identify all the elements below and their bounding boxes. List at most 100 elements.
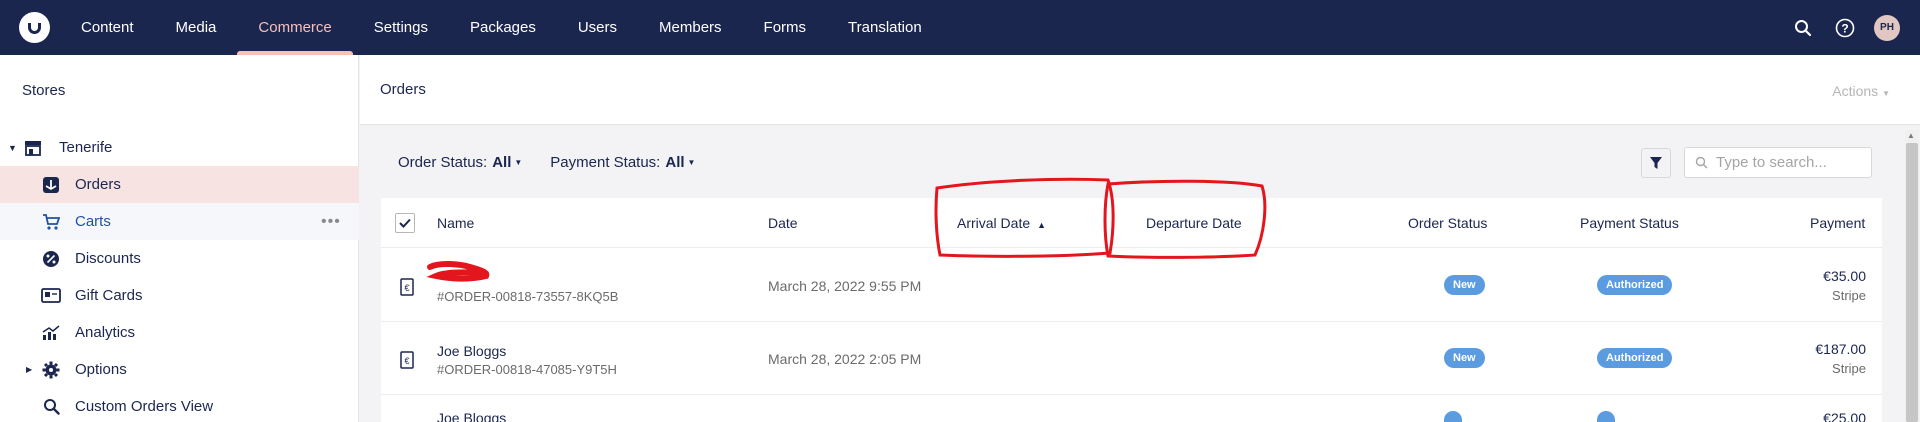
order-status-badge: New bbox=[1444, 275, 1485, 295]
sidebar-title: Stores bbox=[22, 82, 66, 99]
sidebar-item-orders[interactable]: Orders bbox=[0, 166, 359, 203]
nav-content[interactable]: Content bbox=[60, 0, 155, 55]
order-document-icon: € bbox=[400, 351, 414, 369]
nav-commerce[interactable]: Commerce bbox=[237, 0, 354, 55]
payment-status-badge: Authorized bbox=[1597, 275, 1673, 295]
table-header: Name Date Arrival Date ▲ Departure Date O… bbox=[381, 198, 1882, 248]
order-date: March 28, 2022 9:55 PM bbox=[768, 278, 922, 294]
filter-bar: Order Status: All ▼ Payment Status: All … bbox=[398, 152, 723, 172]
top-navigation-bar: Content Media Commerce Settings Packages… bbox=[0, 0, 1920, 55]
sidebar-item-options[interactable]: ▶ Options bbox=[0, 351, 359, 388]
nav-members[interactable]: Members bbox=[638, 0, 743, 55]
sidebar-item-label: Custom Orders View bbox=[75, 398, 214, 415]
column-header-order-status[interactable]: Order Status bbox=[1408, 215, 1487, 231]
column-header-arrival-date[interactable]: Arrival Date ▲ bbox=[957, 215, 1046, 231]
avatar[interactable]: PH bbox=[1874, 14, 1900, 41]
order-status-badge: New bbox=[1444, 348, 1485, 368]
svg-text:€: € bbox=[404, 283, 409, 293]
search-input[interactable] bbox=[1716, 154, 1866, 171]
column-header-date[interactable]: Date bbox=[768, 215, 798, 231]
sort-ascending-icon: ▲ bbox=[1037, 220, 1047, 230]
payment-gateway: Stripe bbox=[1832, 288, 1866, 303]
nav-packages[interactable]: Packages bbox=[449, 0, 557, 55]
search-icon bbox=[41, 397, 61, 417]
nav-media[interactable]: Media bbox=[155, 0, 238, 55]
orders-table: Name Date Arrival Date ▲ Departure Date O… bbox=[381, 198, 1882, 422]
svg-text:€: € bbox=[404, 356, 409, 366]
discount-icon bbox=[41, 249, 61, 269]
order-status-label: Order Status: bbox=[398, 153, 488, 171]
more-options-icon[interactable]: ••• bbox=[321, 213, 341, 231]
payment-status-badge bbox=[1597, 411, 1615, 422]
sidebar-item-custom-orders-view[interactable]: Custom Orders View bbox=[0, 388, 359, 422]
gear-icon bbox=[41, 360, 61, 380]
customer-name: Joe Bloggs bbox=[437, 343, 507, 359]
actions-label: Actions bbox=[1832, 83, 1879, 99]
sidebar-item-label: Gift Cards bbox=[75, 287, 143, 304]
chevron-down-icon: ▼ bbox=[1882, 89, 1890, 98]
payment-amount: €25.00 bbox=[1823, 410, 1866, 422]
column-header-payment[interactable]: Payment bbox=[1810, 215, 1865, 231]
payment-status-badge: Authorized bbox=[1597, 348, 1673, 368]
sidebar-item-discounts[interactable]: Discounts bbox=[0, 240, 359, 277]
sidebar-item-carts[interactable]: Carts ••• bbox=[0, 203, 359, 240]
caret-right-icon[interactable]: ▶ bbox=[26, 365, 32, 374]
search-icon[interactable] bbox=[1790, 15, 1816, 41]
nav-translation[interactable]: Translation bbox=[827, 0, 943, 55]
chevron-down-icon: ▼ bbox=[687, 157, 696, 167]
nav-forms[interactable]: Forms bbox=[743, 0, 828, 55]
main-nav: Content Media Commerce Settings Packages… bbox=[60, 0, 943, 55]
sidebar-item-label: Carts bbox=[75, 213, 111, 230]
payment-amount: €187.00 bbox=[1815, 341, 1866, 357]
store-icon bbox=[24, 140, 44, 156]
search-icon bbox=[1695, 156, 1708, 169]
order-status-filter[interactable]: Order Status: All ▼ bbox=[398, 154, 522, 171]
scroll-up-arrow-icon[interactable]: ▲ bbox=[1907, 131, 1915, 140]
sidebar-item-label: Discounts bbox=[75, 250, 141, 267]
help-icon[interactable]: ? bbox=[1832, 15, 1858, 41]
filter-button[interactable] bbox=[1641, 148, 1671, 178]
order-status-badge bbox=[1444, 411, 1462, 422]
payment-status-filter[interactable]: Payment Status: All ▼ bbox=[550, 154, 695, 171]
table-row[interactable]: € #ORDER-00818-73557-8KQ5B March 28, 202… bbox=[381, 249, 1882, 322]
sidebar-item-label: Analytics bbox=[75, 324, 136, 341]
select-all-checkbox[interactable] bbox=[395, 213, 415, 233]
sidebar-item-gift-cards[interactable]: Gift Cards bbox=[0, 277, 359, 314]
arrival-date-label: Arrival Date bbox=[957, 215, 1031, 231]
table-row[interactable]: Joe Bloggs €25.00 bbox=[381, 395, 1882, 422]
tree-store-tenerife[interactable]: ▼ Tenerife bbox=[0, 129, 359, 166]
cart-icon bbox=[41, 212, 61, 232]
search-field[interactable] bbox=[1684, 147, 1872, 178]
order-number: #ORDER-00818-47085-Y9T5H bbox=[437, 362, 617, 377]
order-number: #ORDER-00818-73557-8KQ5B bbox=[437, 289, 619, 304]
payment-status-value: All bbox=[665, 153, 685, 171]
caret-down-icon[interactable]: ▼ bbox=[8, 143, 20, 153]
sidebar-item-label: Orders bbox=[75, 176, 121, 193]
sidebar-item-analytics[interactable]: Analytics bbox=[0, 314, 359, 351]
filter-icon bbox=[1650, 157, 1662, 169]
column-header-payment-status[interactable]: Payment Status bbox=[1580, 215, 1679, 231]
payment-status-label: Payment Status: bbox=[550, 153, 661, 171]
column-header-name[interactable]: Name bbox=[437, 215, 474, 231]
customer-name: Joe Bloggs bbox=[437, 410, 507, 422]
orders-icon bbox=[41, 175, 61, 195]
actions-menu-button[interactable]: Actions ▼ bbox=[1832, 83, 1890, 99]
store-label: Tenerife bbox=[59, 139, 113, 156]
umbraco-logo-icon[interactable] bbox=[19, 12, 50, 43]
main-header: Orders Actions ▼ bbox=[360, 55, 1920, 125]
analytics-icon bbox=[41, 323, 61, 343]
nav-settings[interactable]: Settings bbox=[353, 0, 449, 55]
order-document-icon: € bbox=[400, 278, 414, 296]
column-header-departure-date[interactable]: Departure Date bbox=[1146, 215, 1242, 231]
gift-card-icon bbox=[41, 286, 61, 306]
sidebar-item-label: Options bbox=[75, 361, 127, 378]
order-date: March 28, 2022 2:05 PM bbox=[768, 351, 922, 367]
svg-text:?: ? bbox=[1841, 21, 1848, 35]
order-status-value: All bbox=[492, 153, 512, 171]
scrollbar-thumb[interactable] bbox=[1906, 143, 1918, 422]
table-row[interactable]: € Joe Bloggs #ORDER-00818-47085-Y9T5H Ma… bbox=[381, 322, 1882, 395]
nav-users[interactable]: Users bbox=[557, 0, 638, 55]
page-title: Orders bbox=[380, 81, 426, 98]
payment-amount: €35.00 bbox=[1823, 268, 1866, 284]
chevron-down-icon: ▼ bbox=[514, 157, 523, 167]
